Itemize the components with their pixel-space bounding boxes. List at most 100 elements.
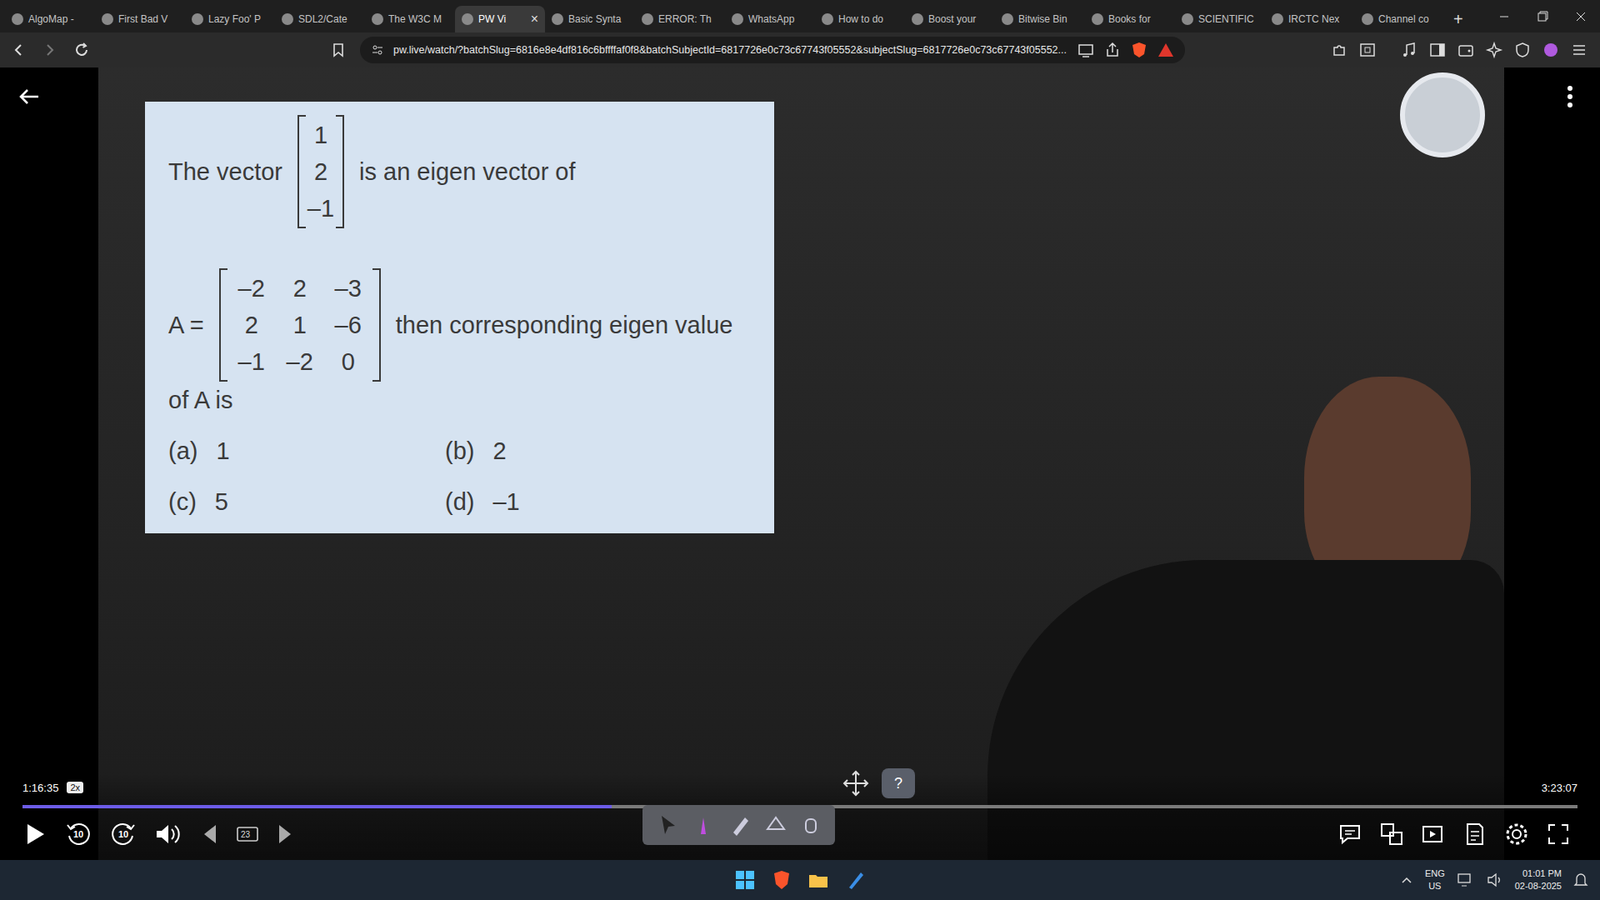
question-slide: The vector 12–1 is an eigen vector of A … <box>145 101 775 534</box>
favicon-icon <box>191 13 204 25</box>
screen: AlgoMap - First Bad V Lazy Foo' P SDL2/C… <box>0 0 1600 900</box>
reload-icon[interactable] <box>71 40 92 60</box>
browser-tab[interactable]: WhatsApp <box>725 5 815 33</box>
favicon-icon <box>911 13 924 25</box>
browser-tab[interactable]: Boost your <box>905 5 995 33</box>
profile-icon[interactable] <box>1541 40 1560 60</box>
favicon-icon <box>281 13 294 25</box>
browser-tab[interactable]: SCIENTIFIC <box>1175 5 1265 33</box>
sidebar-icon[interactable] <box>1428 40 1447 60</box>
extensions-icon[interactable] <box>1330 40 1349 60</box>
tab-label: Channel co <box>1378 13 1439 25</box>
move-icon[interactable] <box>841 769 870 798</box>
speed-badge[interactable]: 2x <box>66 781 84 794</box>
pen-icon[interactable] <box>692 812 715 838</box>
highlighter-icon[interactable] <box>728 812 750 838</box>
browser-tab[interactable]: ERROR: Th <box>635 5 725 33</box>
screenshot-icon[interactable] <box>1358 40 1377 60</box>
question-text: is an eigen vector of <box>359 158 576 186</box>
fullscreen-icon[interactable] <box>1545 821 1571 847</box>
favicon-icon <box>11 13 24 25</box>
music-icon[interactable] <box>1400 40 1419 60</box>
tab-bar: AlgoMap - First Bad V Lazy Foo' P SDL2/C… <box>0 0 1600 33</box>
forward-icon[interactable] <box>40 40 60 60</box>
browser-tab[interactable]: IRCTC Nex <box>1265 5 1355 33</box>
favicon-icon <box>641 13 654 25</box>
browser-tab[interactable]: First Bad V <box>95 5 185 33</box>
url-field[interactable]: pw.live/watch/?batchSlug=6816e8e4df816c6… <box>360 36 1185 64</box>
speaker-icon[interactable] <box>1486 871 1504 889</box>
browser-tab[interactable]: SDL2/Cate <box>275 5 365 33</box>
site-info-icon[interactable] <box>370 42 385 58</box>
hand-icon[interactable] <box>800 812 822 838</box>
start-icon[interactable] <box>734 869 756 891</box>
new-tab-button[interactable]: + <box>1445 5 1472 33</box>
previous-icon[interactable] <box>199 821 220 847</box>
close-icon[interactable] <box>1561 3 1600 30</box>
menu-icon[interactable] <box>1570 40 1589 60</box>
answer-option: (c)5 <box>168 488 445 516</box>
brave-app-icon[interactable] <box>770 869 793 891</box>
play-icon[interactable] <box>22 821 48 847</box>
rewind-button[interactable]: 10 <box>64 820 93 849</box>
restore-icon[interactable] <box>1523 3 1562 30</box>
tab-close-button[interactable]: × <box>530 11 539 27</box>
language-indicator[interactable]: ENGUS <box>1425 867 1445 893</box>
minimize-icon[interactable] <box>1485 3 1524 30</box>
back-arrow-icon[interactable] <box>16 84 42 110</box>
browser-tab[interactable]: Bitwise Bin <box>995 5 1085 33</box>
vpn-icon[interactable] <box>1513 40 1532 60</box>
url-text: pw.live/watch/?batchSlug=6816e8e4df816c6… <box>393 44 1069 56</box>
matrix-entry: –2 <box>227 270 276 307</box>
browser-tab[interactable]: Channel co <box>1355 5 1445 33</box>
help-button[interactable]: ? <box>881 768 915 799</box>
video-player[interactable]: The vector 12–1 is an eigen vector of A … <box>0 67 1600 860</box>
slides-button[interactable]: 23 <box>235 824 260 845</box>
browser-tab[interactable]: The W3C M <box>365 5 455 33</box>
notes-icon[interactable] <box>1462 821 1488 847</box>
translate-icon[interactable] <box>1379 821 1405 847</box>
matrix-entry: –6 <box>324 306 373 344</box>
volume-icon[interactable] <box>154 821 183 847</box>
browser-tab[interactable]: Books for <box>1085 5 1175 33</box>
playlist-icon[interactable] <box>1420 821 1446 847</box>
cast-icon[interactable] <box>1076 40 1095 60</box>
favicon-icon <box>461 13 474 25</box>
clock[interactable]: 01:01 PM02-08-2025 <box>1515 867 1562 893</box>
notification-icon[interactable] <box>1573 871 1589 889</box>
more-options-icon[interactable] <box>1565 84 1575 110</box>
matrix: –22–321–6–1–20 <box>219 268 381 382</box>
network-icon[interactable] <box>1456 871 1475 889</box>
share-icon[interactable] <box>1103 40 1122 60</box>
browser-tab[interactable]: Lazy Foo' P <box>185 5 275 33</box>
browser-tab[interactable]: PW Vi × <box>455 5 545 33</box>
rewards-icon[interactable] <box>1156 40 1175 60</box>
file-explorer-icon[interactable] <box>807 869 830 891</box>
favicon-icon <box>101 13 114 25</box>
window-controls <box>1485 0 1600 30</box>
wallet-icon[interactable] <box>1456 40 1475 60</box>
browser-tab[interactable]: Basic Synta <box>545 5 635 33</box>
tab-label: IRCTC Nex <box>1288 13 1349 25</box>
favicon-icon <box>371 13 384 25</box>
back-icon[interactable] <box>8 40 29 60</box>
tray-chevron-icon[interactable] <box>1400 873 1414 887</box>
options: (a)1(b)2(c)5(d)–1 <box>168 437 751 516</box>
matrix-entry: 2 <box>227 306 276 344</box>
editor-icon[interactable] <box>844 869 866 891</box>
shape-icon[interactable] <box>764 812 786 838</box>
browser-tab[interactable]: AlgoMap - <box>5 5 95 33</box>
brave-shield-icon[interactable] <box>1130 40 1149 60</box>
next-icon[interactable] <box>275 821 296 847</box>
player-controls: 1:16:35 2x ? 3:23:07 10 10 23 <box>0 773 1600 860</box>
drawing-toolbar <box>642 805 835 845</box>
leo-icon[interactable] <box>1485 40 1504 60</box>
pointer-icon[interactable] <box>656 812 679 838</box>
chat-icon[interactable] <box>1337 821 1363 847</box>
tab-label: SCIENTIFIC <box>1198 13 1259 25</box>
bookmark-icon[interactable] <box>328 40 349 60</box>
current-time: 1:16:35 <box>22 781 59 795</box>
settings-icon[interactable] <box>1504 821 1530 847</box>
forward-button[interactable]: 10 <box>109 820 138 849</box>
browser-tab[interactable]: How to do <box>815 5 905 33</box>
